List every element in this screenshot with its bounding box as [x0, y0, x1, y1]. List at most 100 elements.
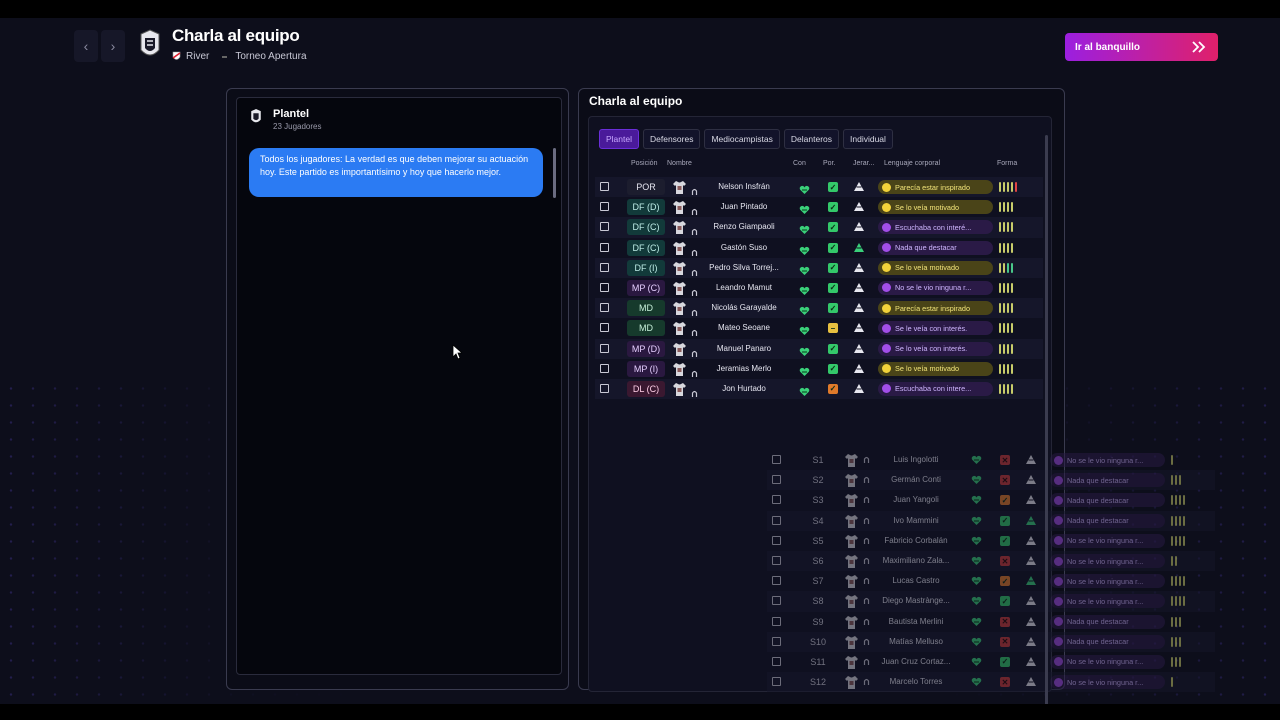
col-position[interactable]: Posición — [631, 160, 657, 167]
hierarchy-icon — [1026, 455, 1036, 465]
team-talk-title: Charla al equipo — [589, 94, 683, 108]
select-checkbox[interactable] — [772, 515, 781, 525]
select-checkbox[interactable] — [600, 323, 609, 333]
select-checkbox[interactable] — [772, 677, 781, 687]
chat-scrollbar[interactable] — [553, 148, 556, 198]
tab-defensores[interactable]: Defensores — [643, 129, 701, 149]
table-row[interactable]: S5 Fabricio Corbalán ✓ No se le vio ninguna… — [767, 531, 1215, 551]
player-name[interactable]: Jon Hurtado — [700, 384, 788, 393]
select-checkbox[interactable] — [600, 343, 609, 353]
table-row[interactable]: POR Nelson Insfrán ✓ Parecía estar inspirad… — [595, 177, 1043, 198]
table-row[interactable]: S3 Juan Yangoli ✓ Nada que destacar — [767, 490, 1215, 510]
player-name[interactable]: Pedro Silva Torrej... — [700, 263, 788, 272]
select-checkbox[interactable] — [600, 282, 609, 292]
player-name[interactable]: Gastón Suso — [700, 243, 788, 252]
player-name[interactable]: Leandro Mamut — [700, 283, 788, 292]
table-row[interactable]: S11 Juan Cruz Cortaz... ✓ No se le vio ning… — [767, 652, 1215, 672]
select-checkbox[interactable] — [600, 303, 609, 313]
table-row[interactable]: S7 Lucas Castro ✓ No se le vio ninguna r... — [767, 571, 1215, 591]
col-lenguaje[interactable]: Lenguaje corporal — [884, 160, 940, 167]
select-checkbox[interactable] — [600, 202, 609, 212]
table-row[interactable]: MP (C) Leandro Mamut ✓ No se le vio ninguna… — [595, 278, 1043, 298]
col-jerar[interactable]: Jerar... — [853, 160, 874, 167]
tab-individual[interactable]: Individual — [843, 129, 893, 149]
table-row[interactable]: DF (C) Gastón Suso ✓ Nada que destacar — [595, 238, 1043, 258]
shirt-icon — [672, 281, 687, 296]
player-name[interactable]: Jeramias Merlo — [700, 364, 788, 373]
col-forma[interactable]: Forma — [997, 160, 1017, 167]
player-name[interactable]: Juan Yangoli — [872, 495, 960, 504]
player-name[interactable]: Mateo Seoane — [700, 323, 788, 332]
player-name[interactable]: Maximiliano Zala... — [872, 556, 960, 565]
table-row[interactable]: DL (C) Jon Hurtado ✓ Escuchaba con intere..… — [595, 378, 1043, 400]
shirt-icon — [844, 655, 859, 670]
form-bar — [1175, 656, 1177, 667]
table-row[interactable]: MP (D) Manuel Panaro ✓ Se lo veía con inter… — [595, 338, 1043, 359]
select-checkbox[interactable] — [772, 475, 781, 485]
tab-delanteros[interactable]: Delanteros — [783, 129, 839, 149]
select-checkbox[interactable] — [600, 182, 609, 191]
body-language-badge: Se lo veía motivado — [878, 200, 993, 215]
select-checkbox[interactable] — [600, 383, 609, 393]
col-name[interactable]: Nombre — [667, 160, 692, 167]
player-name[interactable]: Renzo Giampaoli — [700, 222, 788, 231]
select-checkbox[interactable] — [600, 222, 609, 232]
table-row[interactable]: S2 Germán Conti ✕ Nada que destacar — [767, 470, 1215, 491]
go-to-bench-button[interactable]: Ir al banquillo — [1065, 33, 1218, 61]
form-bar — [1011, 323, 1013, 334]
forward-button[interactable]: › — [101, 30, 125, 62]
player-name[interactable]: Ivo Mammini — [872, 516, 960, 525]
select-checkbox[interactable] — [772, 596, 781, 606]
tab-mediocampistas[interactable]: Mediocampistas — [704, 129, 780, 149]
player-table-area: Plantel Defensores Mediocampistas Delant… — [588, 116, 1215, 705]
table-row[interactable]: MD Mateo Seoane – Se le veía con interés. — [595, 318, 1043, 338]
player-name[interactable]: Matías Melluso — [872, 637, 960, 646]
table-row[interactable]: MP (I) Jeramias Merlo ✓ Se lo veía motivado — [595, 359, 1043, 379]
table-row[interactable]: S8 Diego Mastrànge... ✓ No se le vio ningun… — [767, 591, 1215, 612]
player-name[interactable]: Bautista Merlini — [872, 617, 960, 626]
player-name[interactable]: Diego Mastrànge... — [872, 596, 960, 605]
select-checkbox[interactable] — [600, 242, 609, 252]
player-name[interactable]: Germán Conti — [872, 475, 960, 484]
select-checkbox[interactable] — [772, 636, 781, 646]
table-row[interactable]: DF (C) Renzo Giampaoli ✓ Escuchaba con inte… — [595, 217, 1043, 238]
col-por[interactable]: Por. — [823, 160, 835, 167]
player-name[interactable]: Juan Pintado — [700, 202, 788, 211]
select-checkbox[interactable] — [772, 455, 781, 465]
select-checkbox[interactable] — [772, 556, 781, 565]
select-checkbox[interactable] — [772, 535, 781, 545]
select-checkbox[interactable] — [772, 616, 781, 626]
player-name[interactable]: Lucas Castro — [872, 576, 960, 585]
select-checkbox[interactable] — [600, 363, 609, 373]
player-name[interactable]: Manuel Panaro — [700, 344, 788, 353]
player-name[interactable]: Luis Ingolotti — [872, 455, 960, 464]
col-con[interactable]: Con — [793, 160, 806, 167]
table-row[interactable]: DF (I) Pedro Silva Torrej... ✓ Se lo veía m… — [595, 257, 1043, 278]
player-name[interactable]: Nicolás Garayalde — [700, 303, 788, 312]
table-row[interactable]: S10 Matías Melluso ✕ Nada que destacar — [767, 631, 1215, 652]
table-row[interactable]: S9 Bautista Merlini ✕ Nada que destacar — [767, 612, 1215, 632]
player-name[interactable]: Nelson Insfrán — [700, 182, 788, 191]
player-name[interactable]: Marcelo Torres — [872, 677, 960, 686]
back-button[interactable]: ‹ — [74, 30, 98, 62]
shirt-icon — [844, 594, 859, 609]
table-row[interactable]: DF (D) Juan Pintado ✓ Se lo veía motivado — [595, 197, 1043, 217]
form-bar — [1011, 262, 1013, 273]
select-checkbox[interactable] — [772, 576, 781, 586]
player-name[interactable]: Juan Cruz Cortaz... — [872, 657, 960, 666]
body-language-text: Escuchaba con interé... — [895, 222, 972, 232]
form-bar — [1175, 535, 1177, 546]
table-scrollbar[interactable] — [1045, 135, 1048, 705]
select-checkbox[interactable] — [772, 495, 781, 505]
select-checkbox[interactable] — [772, 656, 781, 666]
table-row[interactable]: S6 Maximiliano Zala... ✕ No se le vio ningu… — [767, 551, 1215, 572]
table-row[interactable]: S4 Ivo Mammini ✓ Nada que destacar — [767, 510, 1215, 531]
table-row[interactable]: S1 Luis Ingolotti ✕ No se le vio ninguna r.… — [767, 450, 1215, 470]
form-indicator — [999, 363, 1013, 374]
player-name[interactable]: Fabricio Corbalán — [872, 536, 960, 545]
table-row[interactable]: MD Nicolás Garayalde ✓ Parecía estar inspir… — [595, 298, 1043, 319]
body-language-text: No se le vio ninguna r... — [1067, 536, 1144, 546]
table-row[interactable]: S12 Marcelo Torres ✕ No se le vio ninguna r… — [767, 672, 1215, 693]
tab-plantel[interactable]: Plantel — [599, 129, 639, 149]
select-checkbox[interactable] — [600, 262, 609, 272]
